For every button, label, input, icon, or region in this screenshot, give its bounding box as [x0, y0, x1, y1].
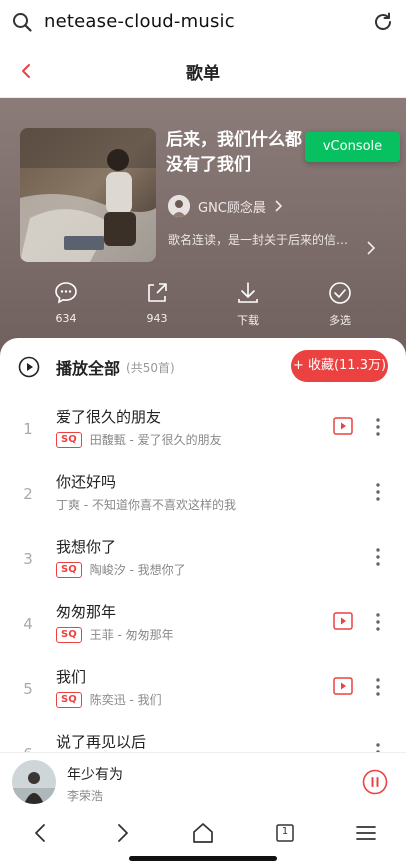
- download-icon: [238, 282, 258, 303]
- song-index: 2: [23, 485, 33, 503]
- song-title: 匆匆那年: [56, 603, 117, 621]
- tabs-button[interactable]: 1: [272, 820, 298, 846]
- share-button[interactable]: 943: [127, 280, 187, 325]
- song-index: 5: [23, 680, 33, 698]
- song-artist: 丁爽 - 不知道你喜不喜欢这样的我: [56, 498, 236, 512]
- song-title: 我们: [56, 668, 87, 686]
- tab-count: 1: [281, 826, 289, 837]
- mv-icon[interactable]: [333, 677, 353, 695]
- collect-button[interactable]: + 收藏(11.3万): [291, 350, 388, 382]
- vconsole-button[interactable]: vConsole: [305, 132, 400, 162]
- check-circle-icon: [329, 282, 351, 304]
- download-label: 下载: [237, 314, 259, 327]
- playlist-cover[interactable]: [20, 128, 156, 262]
- song-title: 你还好吗: [56, 473, 117, 491]
- song-index: 3: [23, 550, 33, 568]
- song-artist: 陶峻汐 - 我想你了: [89, 563, 186, 577]
- page-title: 歌单: [186, 64, 220, 84]
- multiselect-label: 多选: [329, 314, 351, 327]
- page-header: 歌单: [0, 46, 406, 98]
- play-all-button[interactable]: 播放全部 (共50首): [18, 354, 175, 380]
- share-count: 943: [146, 312, 168, 325]
- forward-icon[interactable]: [109, 820, 135, 846]
- mini-player[interactable]: 年少有为 李荣浩: [0, 752, 406, 812]
- more-vertical-icon[interactable]: [374, 676, 382, 698]
- song-count: (共50首): [126, 360, 175, 375]
- song-index: 4: [23, 615, 33, 633]
- now-playing-title: 年少有为: [67, 767, 123, 783]
- song-row[interactable]: 4 匆匆那年 SQ 王菲 - 匆匆那年: [0, 595, 406, 660]
- creator-name: GNC顾念晨: [198, 200, 266, 216]
- now-playing-artwork[interactable]: [12, 760, 56, 804]
- song-title: 爱了很久的朋友: [56, 408, 162, 426]
- more-vertical-icon[interactable]: [374, 416, 382, 438]
- search-icon: [13, 13, 32, 32]
- home-indicator: [129, 856, 277, 861]
- song-index: 1: [23, 420, 33, 438]
- song-title: 说了再见以后: [56, 733, 147, 751]
- song-row[interactable]: 1 爱了很久的朋友 SQ 田馥甄 - 爱了很久的朋友: [0, 400, 406, 465]
- url-text[interactable]: netease-cloud-music: [44, 11, 235, 32]
- browser-url-bar[interactable]: netease-cloud-music: [0, 0, 406, 46]
- now-playing-artist: 李荣浩: [67, 789, 104, 803]
- sq-badge: SQ: [56, 431, 82, 448]
- back-icon[interactable]: [28, 820, 54, 846]
- home-icon[interactable]: [190, 820, 216, 846]
- comment-button[interactable]: 634: [36, 280, 96, 325]
- multiselect-button[interactable]: 多选: [310, 280, 370, 328]
- share-icon: [148, 283, 167, 302]
- play-all-label: 播放全部: [56, 359, 121, 378]
- playlist-creator[interactable]: GNC顾念晨: [168, 194, 284, 218]
- more-vertical-icon[interactable]: [374, 611, 382, 633]
- song-title: 我想你了: [56, 538, 117, 556]
- creator-avatar: [168, 195, 190, 217]
- song-row[interactable]: 2 你还好吗 丁爽 - 不知道你喜不喜欢这样的我: [0, 465, 406, 530]
- song-row[interactable]: 3 我想你了 SQ 陶峻汐 - 我想你了: [0, 530, 406, 595]
- chevron-right-icon: [275, 200, 283, 212]
- playlist-description[interactable]: 歌名连读，是一封关于后来的信…: [168, 232, 348, 264]
- reload-icon[interactable]: [372, 11, 394, 33]
- pause-icon[interactable]: [362, 769, 388, 795]
- song-artist: 陈奕迅 - 我们: [89, 693, 162, 707]
- download-button[interactable]: 下载: [218, 280, 278, 328]
- more-vertical-icon[interactable]: [374, 481, 382, 503]
- sq-badge: SQ: [56, 626, 82, 643]
- more-vertical-icon[interactable]: [374, 546, 382, 568]
- browser-bottom-nav: 1: [0, 812, 406, 868]
- mv-icon[interactable]: [333, 417, 353, 435]
- song-artist: 田馥甄 - 爱了很久的朋友: [89, 433, 222, 447]
- sq-badge: SQ: [56, 691, 82, 708]
- comment-icon: [55, 282, 77, 304]
- menu-icon[interactable]: [353, 820, 379, 846]
- comment-count: 634: [55, 312, 77, 325]
- chevron-right-icon[interactable]: [366, 240, 376, 256]
- sq-badge: SQ: [56, 561, 82, 578]
- song-row[interactable]: 5 我们 SQ 陈奕迅 - 我们: [0, 660, 406, 725]
- mv-icon[interactable]: [333, 612, 353, 630]
- song-artist: 王菲 - 匆匆那年: [89, 628, 174, 642]
- song-list-panel: 播放全部 (共50首) + 收藏(11.3万) 1 爱了很久的朋友 SQ 田馥甄…: [0, 338, 406, 756]
- playlist-title: 后来，我们什么都没有了我们: [166, 130, 302, 175]
- play-circle-icon: [18, 356, 40, 378]
